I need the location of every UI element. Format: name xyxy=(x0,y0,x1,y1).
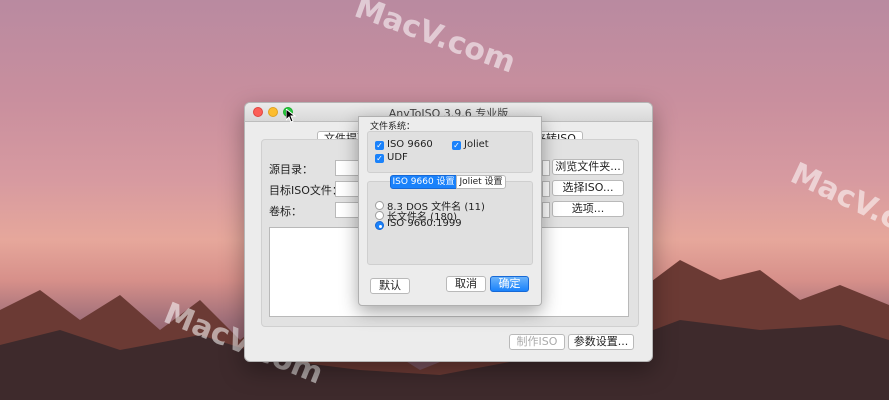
watermark-top: MacV.com xyxy=(350,0,521,81)
joliet-checkbox[interactable]: ✓ xyxy=(452,141,461,150)
iso9660-checkbox[interactable]: ✓ xyxy=(375,141,384,150)
radio-iso1999-label: ISO 9660:1999 xyxy=(387,218,462,229)
radio-long-name[interactable] xyxy=(375,211,384,220)
iso9660-label: ISO 9660 xyxy=(387,139,433,150)
default-button[interactable]: 默认 xyxy=(370,278,410,294)
source-field-right[interactable] xyxy=(542,160,550,176)
tab-iso9660-settings[interactable]: ISO 9660 设置 xyxy=(390,175,457,189)
browse-folder-button[interactable]: 浏览文件夹... xyxy=(552,159,624,175)
settings-button[interactable]: 参数设置... xyxy=(568,334,634,350)
cancel-button[interactable]: 取消 xyxy=(446,276,486,292)
radio-iso1999[interactable] xyxy=(375,221,384,230)
tab-joliet-settings[interactable]: Joliet 设置 xyxy=(456,175,506,189)
target-field-right[interactable] xyxy=(542,181,550,197)
volume-label: 卷标： xyxy=(269,205,302,218)
options-button[interactable]: 选项... xyxy=(552,201,624,217)
udf-checkbox[interactable]: ✓ xyxy=(375,154,384,163)
ok-button[interactable]: 确定 xyxy=(490,276,529,292)
joliet-label: Joliet xyxy=(464,139,489,150)
watermark-right: MacV.com xyxy=(785,156,889,259)
target-label: 目标ISO文件： xyxy=(269,184,343,197)
make-iso-button[interactable]: 制作ISO xyxy=(509,334,565,350)
select-iso-button[interactable]: 选择ISO... xyxy=(552,180,624,196)
source-label: 源目录： xyxy=(269,163,313,176)
udf-label: UDF xyxy=(387,152,408,163)
radio-83-dos[interactable] xyxy=(375,201,384,210)
mouse-cursor-icon xyxy=(286,109,296,123)
volume-field-right[interactable] xyxy=(542,202,550,218)
settings-sheet: 文件系统： ✓ ISO 9660 ✓ Joliet ✓ UDF ISO 9660… xyxy=(358,116,542,306)
